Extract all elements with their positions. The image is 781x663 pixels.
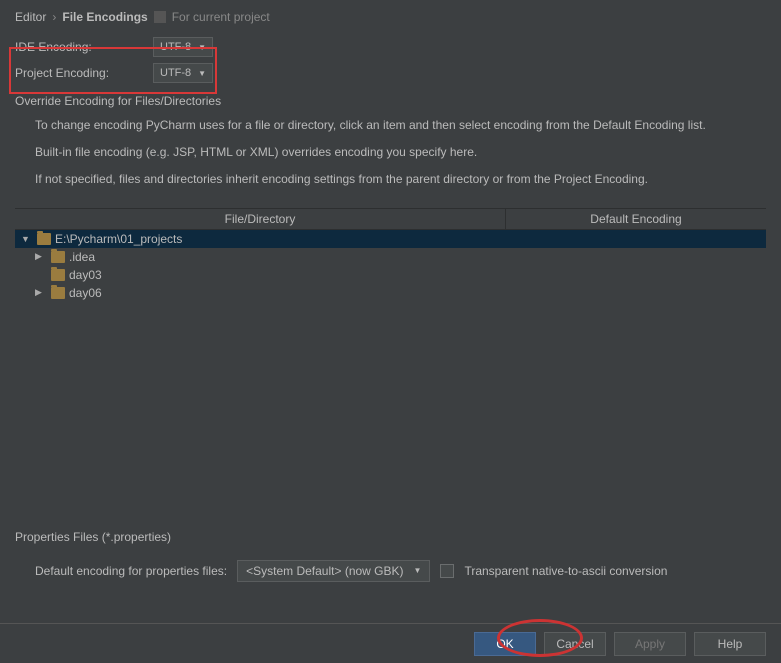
- override-description: To change encoding PyCharm uses for a fi…: [0, 112, 781, 202]
- project-encoding-label: Project Encoding:: [15, 66, 145, 80]
- tree-row-day06[interactable]: ▶ day06: [15, 284, 766, 302]
- breadcrumb-separator: ›: [52, 10, 56, 24]
- desc-line-2: Built-in file encoding (e.g. JSP, HTML o…: [35, 143, 766, 162]
- breadcrumb-parent[interactable]: Editor: [15, 10, 46, 24]
- properties-encoding-label: Default encoding for properties files:: [35, 564, 227, 578]
- column-file-directory[interactable]: File/Directory: [15, 209, 506, 229]
- override-section-title: Override Encoding for Files/Directories: [0, 86, 781, 112]
- chevron-down-icon: ▼: [198, 43, 206, 52]
- transparent-conversion-label: Transparent native-to-ascii conversion: [464, 564, 667, 578]
- tree-row-root[interactable]: ▼ E:\Pycharm\01_projects: [15, 230, 766, 248]
- tree-label: .idea: [69, 250, 95, 264]
- chevron-down-icon: ▼: [414, 566, 422, 575]
- folder-icon: [51, 269, 65, 281]
- desc-line-1: To change encoding PyCharm uses for a fi…: [35, 116, 766, 135]
- properties-encoding-dropdown[interactable]: <System Default> (now GBK) ▼: [237, 560, 430, 582]
- ide-encoding-label: IDE Encoding:: [15, 40, 145, 54]
- properties-section-title: Properties Files (*.properties): [15, 530, 766, 544]
- tree-header: File/Directory Default Encoding: [15, 209, 766, 230]
- expand-icon[interactable]: ▶: [35, 287, 47, 298]
- expand-icon[interactable]: ▼: [21, 234, 33, 244]
- breadcrumb: Editor › File Encodings For current proj…: [0, 0, 781, 34]
- tree-label: day06: [69, 286, 102, 300]
- project-encoding-value: UTF-8: [160, 67, 191, 79]
- dialog-footer: OK Cancel Apply Help: [0, 623, 781, 663]
- chevron-down-icon: ▼: [198, 69, 206, 78]
- ide-encoding-dropdown[interactable]: UTF-8 ▼: [153, 37, 213, 57]
- tree-label: day03: [69, 268, 102, 282]
- breadcrumb-current: File Encodings: [62, 10, 147, 24]
- tree-row-idea[interactable]: ▶ .idea: [15, 248, 766, 266]
- tree-row-day03[interactable]: ▶ day03: [15, 266, 766, 284]
- file-tree: File/Directory Default Encoding ▼ E:\Pyc…: [15, 208, 766, 518]
- project-encoding-dropdown[interactable]: UTF-8 ▼: [153, 63, 213, 83]
- apply-button[interactable]: Apply: [614, 632, 686, 656]
- column-default-encoding[interactable]: Default Encoding: [506, 209, 766, 229]
- folder-icon: [37, 233, 51, 245]
- properties-encoding-value: <System Default> (now GBK): [246, 564, 403, 578]
- ide-encoding-value: UTF-8: [160, 41, 191, 53]
- transparent-conversion-checkbox[interactable]: [440, 564, 454, 578]
- tree-label: E:\Pycharm\01_projects: [55, 232, 182, 246]
- folder-icon: [51, 287, 65, 299]
- tree-body[interactable]: ▼ E:\Pycharm\01_projects ▶ .idea ▶ day03…: [15, 230, 766, 510]
- folder-icon: [51, 251, 65, 263]
- breadcrumb-scope: For current project: [172, 10, 270, 24]
- cancel-button[interactable]: Cancel: [544, 632, 606, 656]
- ok-button[interactable]: OK: [474, 632, 536, 656]
- expand-icon[interactable]: ▶: [35, 251, 47, 262]
- project-scope-icon: [154, 11, 166, 23]
- desc-line-3: If not specified, files and directories …: [35, 170, 766, 189]
- help-button[interactable]: Help: [694, 632, 766, 656]
